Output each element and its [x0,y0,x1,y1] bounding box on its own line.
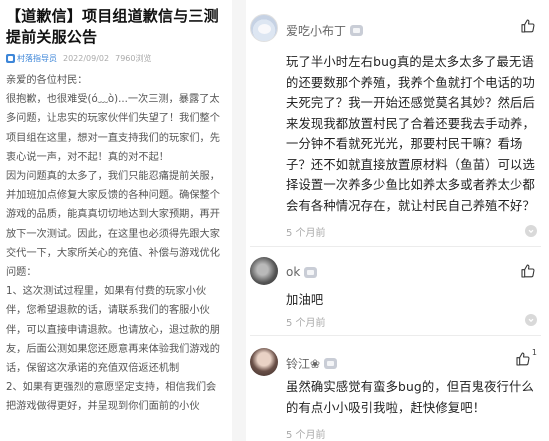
avatar[interactable] [250,257,278,285]
article-paragraph: 1、这次测试过程里，如果有付费的玩家小伙伴，您希望退款的话，请联系我们的客服小伙… [6,286,220,375]
comment-username: 爱吃小布丁 [286,24,347,38]
comment-text: 虽然确实感觉有蛮多bug的，但百鬼夜行什么的有点小小吸引我啦，赶快修复吧！ [286,380,534,415]
comment-time: 5 个月前 [286,430,326,441]
like-button[interactable] [520,18,537,34]
avatar[interactable] [250,348,278,376]
thumbs-up-icon [516,352,530,366]
article-date: 2022/09/02 [63,54,110,63]
article-title: 【道歉信】项目组道歉信与三测提前关服公告 [6,7,219,46]
like-button[interactable] [520,263,537,279]
comment-time: 5 个月前 [286,228,326,239]
article-author[interactable]: 村落指导员 [6,53,57,64]
author-tag-icon [6,54,15,63]
expand-button[interactable] [525,225,537,237]
chevron-down-icon [528,318,534,323]
article-paragraph: 2、如果有更强烈的意愿坚定支持，相信我们会把游戏做得更好，并呈现到你们面前的小伙 [6,382,217,413]
level-badge-icon [350,25,364,36]
article-paragraph: 因为问题真的太多了，我们只能忍痛提前关服，并加班加点修复大家反馈的各种问题。确保… [6,171,220,279]
level-badge-icon [324,358,338,369]
level-badge-icon [304,266,318,278]
thumbs-up-icon [521,264,535,278]
chevron-down-icon [528,229,534,234]
comment-username: 铃江❀ [286,357,321,371]
panel-divider [232,0,246,441]
article-body: 亲爱的各位村民： 很抱歉，也很难受(ó﹏ò)...一次三测，暴露了太多问题，让忠… [6,71,226,417]
comment-username: ok [286,265,301,279]
thumbs-up-icon [521,19,535,33]
expand-button[interactable] [525,314,537,326]
author-name: 村落指导员 [17,54,57,63]
comment-user[interactable]: 爱吃小布丁 [286,22,364,39]
like-button[interactable]: 1 [515,348,537,367]
comment-text: 玩了半小时左右bug真的是太多太多了最无语的还要数那个养殖，我养个鱼就打个电话的… [286,55,535,213]
article-panel: 【道歉信】项目组道歉信与三测提前关服公告 村落指导员 2022/09/02 79… [0,0,232,441]
comments-panel: 爱吃小布丁 玩了半小时左右bug真的是太多太多了最无语的还要数那个养殖，我养个鱼… [246,0,549,441]
comment-divider [250,246,541,247]
like-count: 1 [531,348,537,357]
article-paragraph: 很抱歉，也很难受(ó﹏ò)...一次三测，暴露了太多问题，让忠实的玩家伙伴们失望… [6,94,220,163]
comment-time: 5 个月前 [286,318,326,329]
comment-text: 加油吧 [286,293,324,307]
comment-user[interactable]: ok [286,265,318,279]
article-meta: 村落指导员 2022/09/02 7960浏览 [6,53,226,64]
comment-user[interactable]: 铃江❀ [286,355,338,372]
article-views: 7960浏览 [115,54,152,63]
article-paragraph: 亲爱的各位村民： [6,75,88,86]
comment-divider [250,335,541,336]
avatar[interactable] [250,14,278,42]
